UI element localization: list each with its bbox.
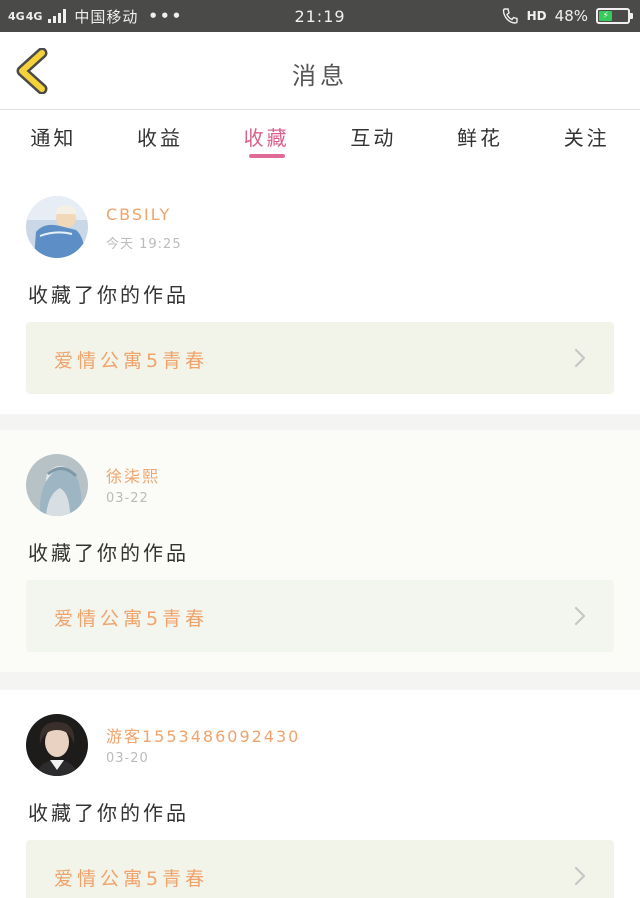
- username[interactable]: 游客1553486092430: [106, 723, 300, 747]
- message-item: 徐柒熙 03-22 收藏了你的作品 爱情公寓5青春: [0, 430, 640, 672]
- tab-notifications[interactable]: 通知: [0, 110, 107, 172]
- status-bar: 4G 4G 中国移动 ••• 21:19 HD 48% ⚡: [0, 0, 640, 32]
- page-title: 消息: [292, 62, 348, 90]
- chevron-left-icon: [16, 47, 48, 95]
- status-left: 4G 4G 中国移动 •••: [8, 6, 183, 27]
- message-item: 游客1553486092430 03-20 收藏了你的作品 爱情公寓5青春: [0, 690, 640, 898]
- timestamp: 今天 19:25: [106, 237, 182, 252]
- action-text: 收藏了你的作品: [28, 801, 189, 825]
- avatar[interactable]: [26, 714, 88, 776]
- tab-interactions[interactable]: 互动: [320, 110, 427, 172]
- battery-percent: 48%: [554, 7, 588, 25]
- username[interactable]: 徐柒熙: [106, 463, 160, 487]
- hd-indicator: HD: [526, 9, 547, 23]
- phone-icon: [502, 8, 518, 24]
- avatar[interactable]: [26, 454, 88, 516]
- work-title: 爱情公寓5青春: [54, 868, 209, 890]
- network-type-2: 4G: [25, 9, 43, 23]
- chevron-right-icon: [574, 348, 586, 368]
- work-title: 爱情公寓5青春: [54, 608, 209, 630]
- timestamp: 03-22: [106, 491, 149, 506]
- battery-icon: ⚡: [596, 8, 633, 24]
- username[interactable]: CBSILY: [106, 205, 171, 224]
- chevron-right-icon: [574, 866, 586, 886]
- work-link[interactable]: 爱情公寓5青春: [26, 580, 614, 652]
- tab-flowers[interactable]: 鲜花: [427, 110, 534, 172]
- more-dots-icon: •••: [148, 7, 184, 25]
- signal-icon: [48, 9, 67, 23]
- work-title: 爱情公寓5青春: [54, 350, 209, 372]
- work-link[interactable]: 爱情公寓5青春: [26, 840, 614, 898]
- battery-fill: ⚡: [599, 11, 613, 21]
- action-text: 收藏了你的作品: [28, 541, 189, 565]
- chevron-right-icon: [574, 606, 586, 626]
- work-link[interactable]: 爱情公寓5青春: [26, 322, 614, 394]
- back-button[interactable]: [14, 47, 54, 95]
- avatar[interactable]: [26, 196, 88, 258]
- tab-following[interactable]: 关注: [533, 110, 640, 172]
- status-right: HD 48% ⚡: [501, 0, 633, 32]
- message-item: CBSILY 今天 19:25 收藏了你的作品 爱情公寓5青春: [0, 172, 640, 414]
- nav-bar: 消息: [0, 32, 640, 110]
- tab-favorites[interactable]: 收藏: [213, 110, 320, 172]
- network-type-1: 4G: [8, 9, 25, 23]
- carrier-name: 中国移动: [74, 7, 139, 26]
- timestamp: 03-20: [106, 751, 149, 766]
- network-indicator: 4G 4G: [8, 11, 42, 22]
- tab-bar: 通知 收益 收藏 互动 鲜花 关注: [0, 110, 640, 172]
- tab-earnings[interactable]: 收益: [107, 110, 214, 172]
- action-text: 收藏了你的作品: [28, 283, 189, 307]
